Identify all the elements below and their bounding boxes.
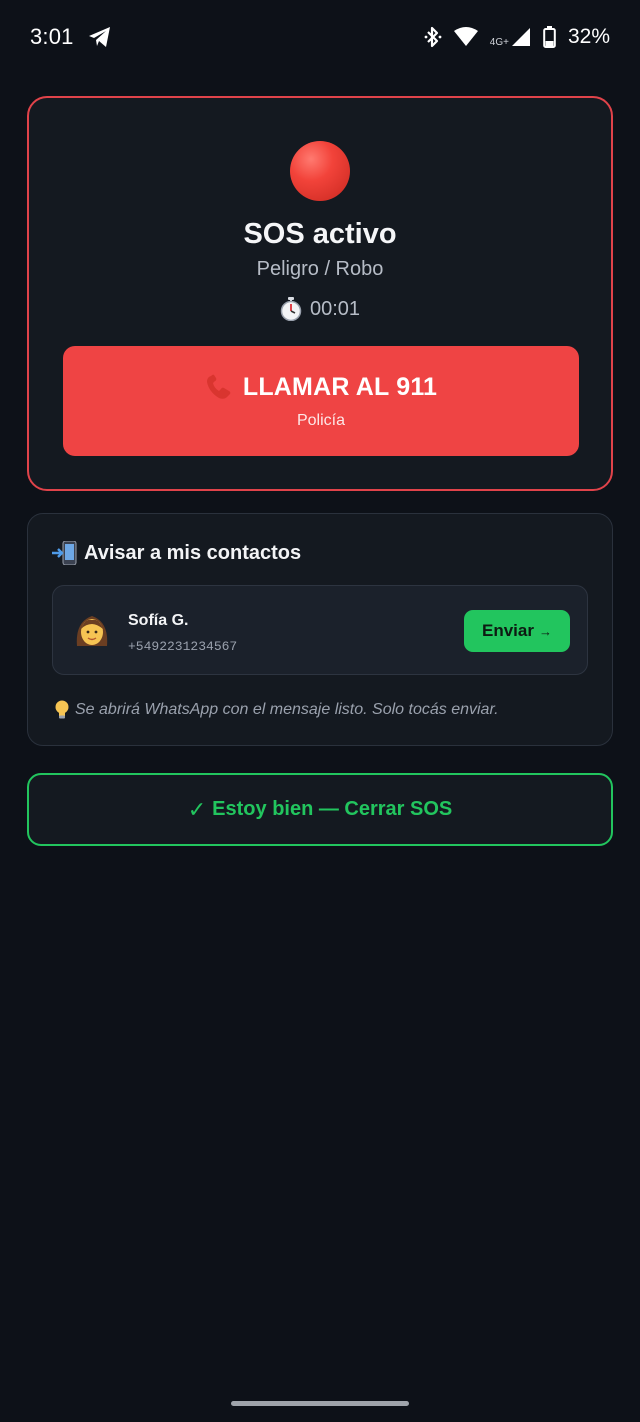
status-right: 4G+ 32%: [424, 25, 610, 49]
call-button-sublabel: Policía: [296, 411, 346, 429]
sos-subtitle: Peligro / Robo: [256, 258, 384, 280]
wifi-icon: [453, 27, 478, 47]
contact-phone: +5492231234567: [128, 639, 238, 654]
sos-card: SOS activo Peligro / Robo 00:01 LLAMAR A…: [27, 96, 613, 491]
woman-avatar-icon: [73, 612, 111, 652]
call-911-button[interactable]: LLAMAR AL 911 Policía: [63, 346, 579, 456]
hint-text: Se abrirá WhatsApp con el mensaje listo.…: [75, 701, 499, 718]
contact-name: Sofía G.: [128, 612, 189, 629]
battery-icon: [543, 26, 556, 48]
sos-title: SOS activo: [243, 218, 397, 250]
status-time: 3:01: [30, 24, 74, 49]
contacts-card: Avisar a mis contactos Sofía G. +5492231…: [27, 513, 613, 746]
call-button-label: LLAMAR AL 911: [242, 372, 438, 401]
check-icon: ✓: [187, 796, 207, 822]
close-sos-button[interactable]: ✓ Estoy bien — Cerrar SOS: [27, 773, 613, 846]
send-whatsapp-button[interactable]: Enviar →: [464, 610, 570, 652]
contacts-title: Avisar a mis contactos: [84, 541, 302, 564]
close-sos-label: Estoy bien — Cerrar SOS: [212, 798, 453, 820]
arrow-right-icon: →: [538, 623, 552, 639]
call-button-row: LLAMAR AL 911: [205, 373, 437, 402]
telegram-icon: [88, 26, 112, 48]
cell-signal-icon: [511, 26, 531, 48]
contacts-hint: Se abrirá WhatsApp con el mensaje listo.…: [54, 700, 499, 720]
status-bar: 3:01 4G+ 32%: [0, 0, 640, 74]
bluetooth-icon: [424, 26, 442, 48]
send-button-label: Enviar: [482, 621, 534, 640]
stopwatch-icon: [280, 297, 302, 321]
phone-icon: [205, 373, 233, 401]
lightbulb-icon: [54, 700, 70, 720]
timer-value: 00:01: [309, 297, 361, 320]
battery-percent: 32%: [567, 25, 610, 48]
network-type: 4G+: [489, 36, 509, 48]
gesture-navigation-bar[interactable]: [231, 1401, 409, 1406]
mobile-arrow-icon: [52, 541, 78, 565]
red-circle-icon: [290, 141, 350, 201]
contact-row: Sofía G. +5492231234567 Enviar →: [52, 585, 588, 675]
status-left: 3:01: [30, 24, 112, 50]
contacts-header: Avisar a mis contactos: [52, 541, 301, 565]
sos-timer: 00:01: [29, 297, 611, 321]
